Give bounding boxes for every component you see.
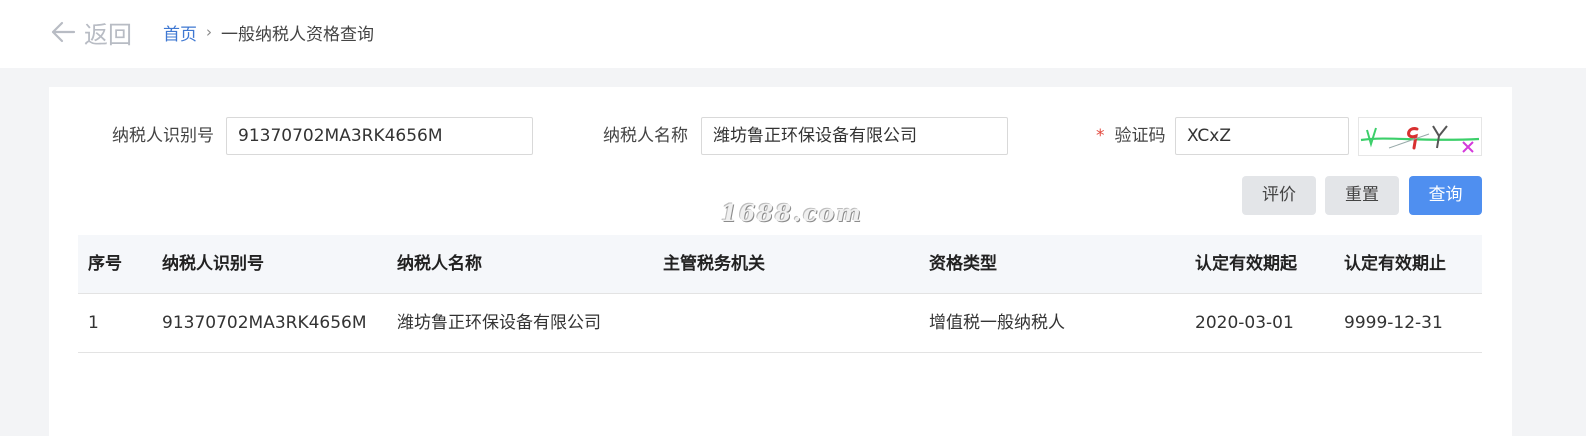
evaluate-button[interactable]: 评价 [1242,176,1316,215]
watermark: 1688.com [721,200,863,227]
reset-button[interactable]: 重置 [1325,176,1399,215]
breadcrumb: 首页 › 一般纳税人资格查询 [163,18,374,46]
table-cell: 增值税一般纳税人 [929,313,1065,333]
table-row: 1 91370702MA3RK4656M 潍坊鲁正环保设备有限公司 增值税一般纳… [78,294,1482,353]
table-cell: 91370702MA3RK4656M [162,313,367,333]
column-header: 认定有效期止 [1344,254,1446,274]
captcha-input[interactable]: XCxZ [1175,117,1349,155]
taxpayer-name-label: 纳税人名称 [603,126,688,146]
column-header: 纳税人名称 [397,254,482,274]
captcha-label: * 验证码 [1096,117,1166,155]
taxpayer-id-input[interactable]: 91370702MA3RK4656M [226,117,533,155]
table-cell: 1 [88,313,99,333]
breadcrumb-home-link[interactable]: 首页 [163,20,197,45]
table-cell: 潍坊鲁正环保设备有限公司 [397,313,601,333]
column-header: 认定有效期起 [1195,254,1297,274]
column-header: 纳税人识别号 [162,254,264,274]
result-table: 序号 纳税人识别号 纳税人名称 主管税务机关 资格类型 认定有效期起 认定有效期… [78,235,1482,353]
query-button[interactable]: 查询 [1409,176,1482,215]
table-cell: 2020-03-01 [1195,313,1294,333]
column-header: 资格类型 [929,254,997,274]
chevron-right-icon: › [206,23,212,41]
back-button[interactable]: 返回 [50,14,132,50]
back-label: 返回 [84,20,132,49]
breadcrumb-current: 一般纳税人资格查询 [221,24,374,45]
table-header: 序号 纳税人识别号 纳税人名称 主管税务机关 资格类型 认定有效期起 认定有效期… [78,235,1482,294]
taxpayer-name-input[interactable]: 潍坊鲁正环保设备有限公司 [701,117,1008,155]
column-header: 序号 [88,254,122,274]
query-card: 纳税人识别号 91370702MA3RK4656M 纳税人名称 潍坊鲁正环保设备… [49,87,1512,436]
captcha-label-text: 验证码 [1114,126,1166,146]
table-cell: 9999-12-31 [1344,313,1443,333]
top-bar: 返回 首页 › 一般纳税人资格查询 [0,0,1586,68]
captcha-image[interactable] [1358,117,1482,156]
required-mark: * [1096,126,1105,146]
arrow-left-icon [50,21,76,43]
column-header: 主管税务机关 [663,254,765,274]
taxpayer-id-label: 纳税人识别号 [112,126,214,146]
